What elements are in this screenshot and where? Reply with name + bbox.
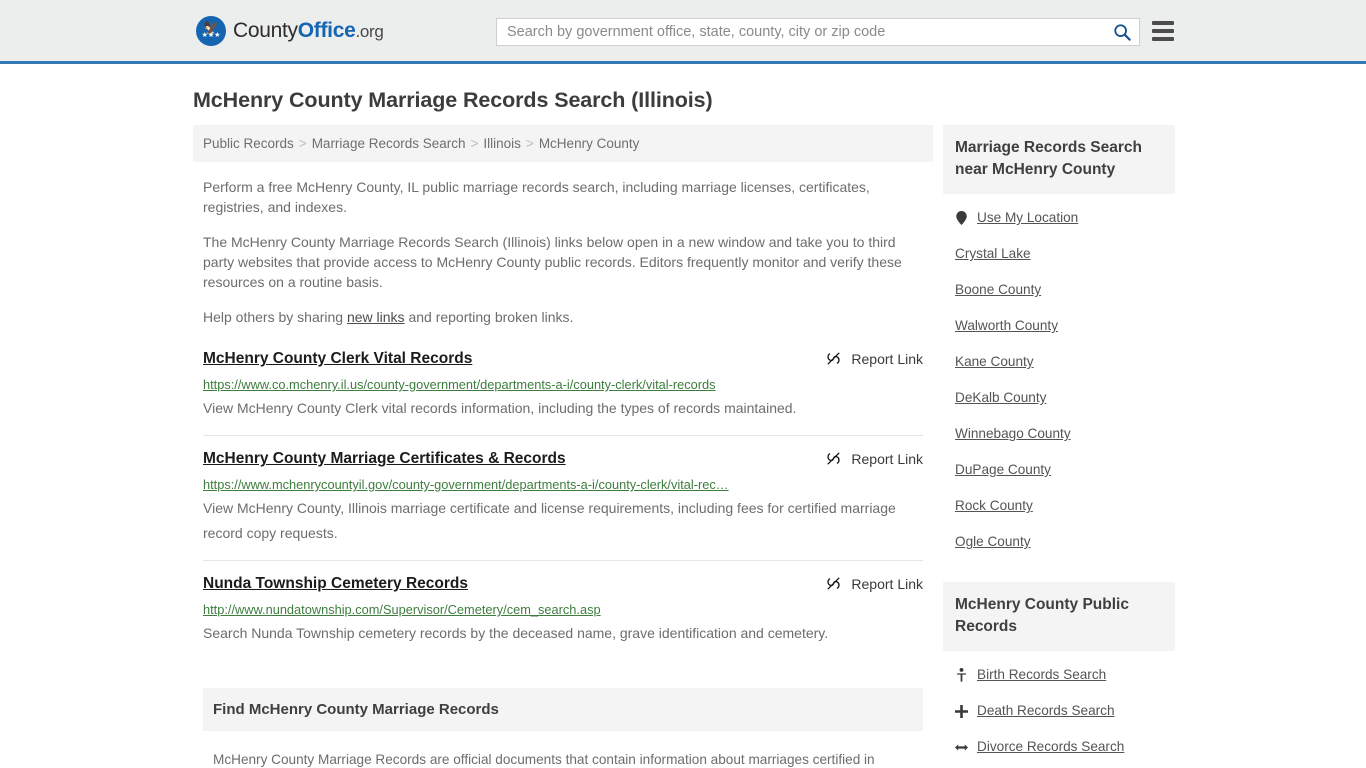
intro-paragraph-3-before: Help others by sharing	[203, 309, 347, 325]
left-right-arrow-icon	[955, 742, 968, 753]
sidebar-public-records-heading: McHenry County Public Records	[943, 582, 1175, 651]
sidebar-link-label[interactable]: Use My Location	[977, 209, 1078, 227]
sidebar-link-label[interactable]: Kane County	[955, 353, 1034, 371]
broken-link-icon	[827, 352, 841, 365]
eagle-seal-icon: 🦅 ★★★	[196, 15, 226, 46]
sidebar-nearby-links: Use My Location Crystal Lake Boone Count…	[943, 194, 1175, 560]
sidebar-item-dupage-county[interactable]: DuPage County	[955, 452, 1175, 488]
result-description: View McHenry County Clerk vital records …	[203, 400, 797, 416]
result-url[interactable]: https://www.co.mchenry.il.us/county-gove…	[203, 376, 923, 393]
sidebar-nearby-heading: Marriage Records Search near McHenry Cou…	[943, 125, 1175, 194]
sidebar-link-label[interactable]: DuPage County	[955, 461, 1051, 479]
broken-link-icon	[827, 577, 841, 590]
sidebar-link-label[interactable]: Walworth County	[955, 317, 1058, 335]
breadcrumb-separator: >	[470, 136, 479, 151]
logo-text-part1: County	[233, 18, 298, 42]
sidebar-link-label[interactable]: DeKalb County	[955, 389, 1046, 407]
report-link-button[interactable]: Report Link	[825, 575, 923, 592]
sidebar-item-dekalb-county[interactable]: DeKalb County	[955, 380, 1175, 416]
main-content: Public Records > Marriage Records Search > I…	[193, 125, 933, 768]
sidebar-link-label[interactable]: Boone County	[955, 281, 1041, 299]
page-body: Public Records > Marriage Records Search > I…	[0, 125, 1366, 768]
page-title: McHenry County Marriage Records Search (…	[193, 88, 713, 112]
sidebar-link-label[interactable]: Birth Records Search	[977, 666, 1106, 684]
sidebar-item-crystal-lake[interactable]: Crystal Lake	[955, 236, 1175, 272]
search-icon	[1114, 24, 1131, 41]
report-link-label: Report Link	[851, 350, 923, 367]
cross-icon	[955, 704, 968, 718]
breadcrumb-item-illinois[interactable]: Illinois	[483, 136, 521, 151]
search-button[interactable]	[1105, 19, 1139, 45]
broken-link-icon	[827, 452, 841, 465]
find-records-body: McHenry County Marriage Records are offi…	[213, 752, 875, 767]
find-records-heading: Find McHenry County Marriage Records	[203, 688, 923, 731]
intro-paragraph-3: Help others by sharing new links and rep…	[203, 307, 923, 327]
result-item: Nunda Township Cemetery Records Report L…	[203, 574, 923, 660]
intro-paragraph-3-after: and reporting broken links.	[404, 309, 574, 325]
intro-paragraph-1: Perform a free McHenry County, IL public…	[203, 179, 870, 215]
sidebar-nearby-box: Marriage Records Search near McHenry Cou…	[943, 125, 1175, 560]
result-title-link[interactable]: McHenry County Marriage Certificates & R…	[203, 449, 566, 469]
search-bar[interactable]	[496, 18, 1140, 46]
sidebar-item-use-my-location[interactable]: Use My Location	[955, 200, 1175, 236]
sidebar-item-birth-records-search[interactable]: Birth Records Search	[955, 657, 1175, 693]
breadcrumb-item-public-records[interactable]: Public Records	[203, 136, 294, 151]
sidebar-link-label[interactable]: Crystal Lake	[955, 245, 1031, 263]
sidebar-item-winnebago-county[interactable]: Winnebago County	[955, 416, 1175, 452]
result-description: View McHenry County, Illinois marriage c…	[203, 500, 896, 541]
result-title-link[interactable]: McHenry County Clerk Vital Records	[203, 349, 472, 369]
breadcrumb: Public Records > Marriage Records Search > I…	[193, 125, 933, 162]
logo-text-part2: Office	[297, 18, 356, 42]
sidebar-item-boone-county[interactable]: Boone County	[955, 272, 1175, 308]
sidebar-link-label[interactable]: Rock County	[955, 497, 1033, 515]
intro-text: Perform a free McHenry County, IL public…	[193, 177, 933, 327]
baby-icon	[955, 668, 968, 682]
sidebar-item-ogle-county[interactable]: Ogle County	[955, 524, 1175, 560]
sidebar-link-label[interactable]: Winnebago County	[955, 425, 1071, 443]
sidebar-link-label[interactable]: Divorce Records Search	[977, 738, 1124, 756]
result-url[interactable]: http://www.nundatownship.com/Supervisor/…	[203, 601, 923, 618]
sidebar-public-records-links: Birth Records Search Death Records Searc…	[943, 651, 1175, 768]
intro-paragraph-2: The McHenry County Marriage Records Sear…	[203, 234, 902, 290]
breadcrumb-separator: >	[298, 136, 307, 151]
sidebar-item-death-records-search[interactable]: Death Records Search	[955, 693, 1175, 729]
site-header: 🦅 ★★★ CountyOffice.org	[0, 0, 1366, 64]
results-list: McHenry County Clerk Vital Records Repor…	[193, 349, 933, 660]
new-links-link[interactable]: new links	[347, 309, 405, 325]
search-input[interactable]	[497, 19, 1105, 45]
find-records-section: Find McHenry County Marriage Records McH…	[193, 688, 933, 768]
breadcrumb-item-marriage-records-search[interactable]: Marriage Records Search	[312, 136, 466, 151]
breadcrumb-item-mchenry-county[interactable]: McHenry County	[539, 136, 640, 151]
map-pin-icon	[955, 211, 968, 225]
breadcrumb-separator: >	[525, 136, 534, 151]
result-description: Search Nunda Township cemetery records b…	[203, 625, 829, 641]
result-header: McHenry County Marriage Certificates & R…	[203, 449, 923, 469]
sidebar-link-label[interactable]: Death Records Search	[977, 702, 1115, 720]
sidebar-link-label[interactable]: Ogle County	[955, 533, 1031, 551]
report-link-label: Report Link	[851, 575, 923, 592]
site-logo[interactable]: 🦅 ★★★ CountyOffice.org	[196, 15, 384, 46]
hamburger-menu-icon[interactable]	[1152, 21, 1174, 41]
logo-text: CountyOffice.org	[233, 19, 384, 43]
report-link-button[interactable]: Report Link	[825, 350, 923, 367]
result-item: McHenry County Clerk Vital Records Repor…	[203, 349, 923, 436]
result-header: Nunda Township Cemetery Records Report L…	[203, 574, 923, 594]
report-link-label: Report Link	[851, 450, 923, 467]
report-link-button[interactable]: Report Link	[825, 450, 923, 467]
sidebar-item-kane-county[interactable]: Kane County	[955, 344, 1175, 380]
logo-text-tld: .org	[355, 21, 384, 41]
sidebar: Marriage Records Search near McHenry Cou…	[943, 125, 1175, 768]
result-item: McHenry County Marriage Certificates & R…	[203, 449, 923, 561]
result-header: McHenry County Clerk Vital Records Repor…	[203, 349, 923, 369]
result-url[interactable]: https://www.mchenrycountyil.gov/county-g…	[203, 476, 923, 493]
sidebar-item-divorce-records-search[interactable]: Divorce Records Search	[955, 729, 1175, 765]
sidebar-item-walworth-county[interactable]: Walworth County	[955, 308, 1175, 344]
result-title-link[interactable]: Nunda Township Cemetery Records	[203, 574, 468, 594]
sidebar-item-rock-county[interactable]: Rock County	[955, 488, 1175, 524]
sidebar-public-records-box: McHenry County Public Records Birth Reco…	[943, 582, 1175, 768]
